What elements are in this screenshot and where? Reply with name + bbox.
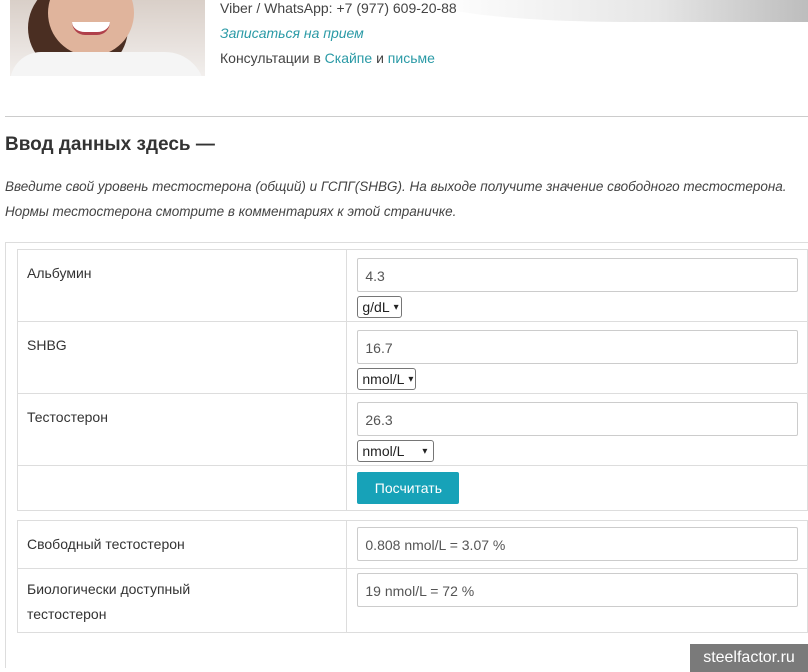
table-row: Биологически доступный тестостерон 19 nm… xyxy=(16,568,808,633)
intro-line-1: Введите свой уровень тестостерона (общий… xyxy=(5,179,787,194)
bio-testosterone-label: Биологически доступный тестостерон xyxy=(16,568,348,633)
shbg-label: SHBG xyxy=(16,321,348,394)
testosterone-unit-value: nmol/L xyxy=(362,443,405,459)
site-watermark: steelfactor.ru xyxy=(690,644,808,672)
mail-link[interactable]: письме xyxy=(388,50,435,66)
albumin-input[interactable]: 4.3 xyxy=(357,258,799,292)
table-row: Альбумин 4.3 g/dL ▾ xyxy=(16,249,808,322)
albumin-unit-value: g/dL xyxy=(362,299,390,315)
contact-phone: Viber / WhatsApp: +7 (977) 609-20-88 xyxy=(220,0,457,16)
chevron-down-icon: ▾ xyxy=(422,445,428,457)
table-row: Свободный тестостерон 0.808 nmol/L = 3.0… xyxy=(16,520,808,569)
header-decoration xyxy=(430,0,808,22)
input-table: Альбумин 4.3 g/dL ▾ SHBG 16.7 nmol/L ▾ Тес… xyxy=(16,249,808,511)
chevron-down-icon: ▾ xyxy=(393,301,399,313)
table-row: Тестостерон 26.3 nmol/L ▾ xyxy=(16,393,808,466)
skype-link[interactable]: Скайпе xyxy=(325,50,373,66)
shbg-unit-select[interactable]: nmol/L ▾ xyxy=(357,368,417,390)
testosterone-unit-select[interactable]: nmol/L ▾ xyxy=(357,440,435,462)
shbg-unit-value: nmol/L xyxy=(362,371,405,387)
testosterone-input[interactable]: 26.3 xyxy=(357,402,799,436)
intro-line-2: Нормы тестостерона смотрите в комментари… xyxy=(5,204,457,219)
appointment-link[interactable]: Записаться на прием xyxy=(220,25,364,41)
chevron-down-icon: ▾ xyxy=(408,373,414,385)
table-row: SHBG 16.7 nmol/L ▾ xyxy=(16,321,808,394)
results-table: Свободный тестостерон 0.808 nmol/L = 3.0… xyxy=(16,520,808,633)
testosterone-label: Тестостерон xyxy=(16,393,348,466)
calculate-button[interactable]: Посчитать xyxy=(357,472,460,504)
section-title: Ввод данных здесь — xyxy=(5,134,215,155)
albumin-label: Альбумин xyxy=(16,249,348,322)
shbg-input[interactable]: 16.7 xyxy=(357,330,799,364)
bio-testosterone-output[interactable]: 19 nmol/L = 72 % xyxy=(357,573,799,607)
albumin-unit-select[interactable]: g/dL ▾ xyxy=(357,296,402,318)
free-testosterone-output[interactable]: 0.808 nmol/L = 3.07 % xyxy=(357,527,799,561)
table-row: Посчитать xyxy=(16,465,808,511)
consult-and: и xyxy=(376,50,384,66)
consult-prefix: Консультации в xyxy=(220,50,321,66)
free-testosterone-label: Свободный тестостерон xyxy=(16,520,348,569)
intro-text: Введите свой уровень тестостерона (общий… xyxy=(5,174,805,224)
doctor-photo xyxy=(10,0,205,76)
consultation-info: Консультации в Скайпе и письме xyxy=(220,50,435,66)
divider xyxy=(5,116,808,117)
